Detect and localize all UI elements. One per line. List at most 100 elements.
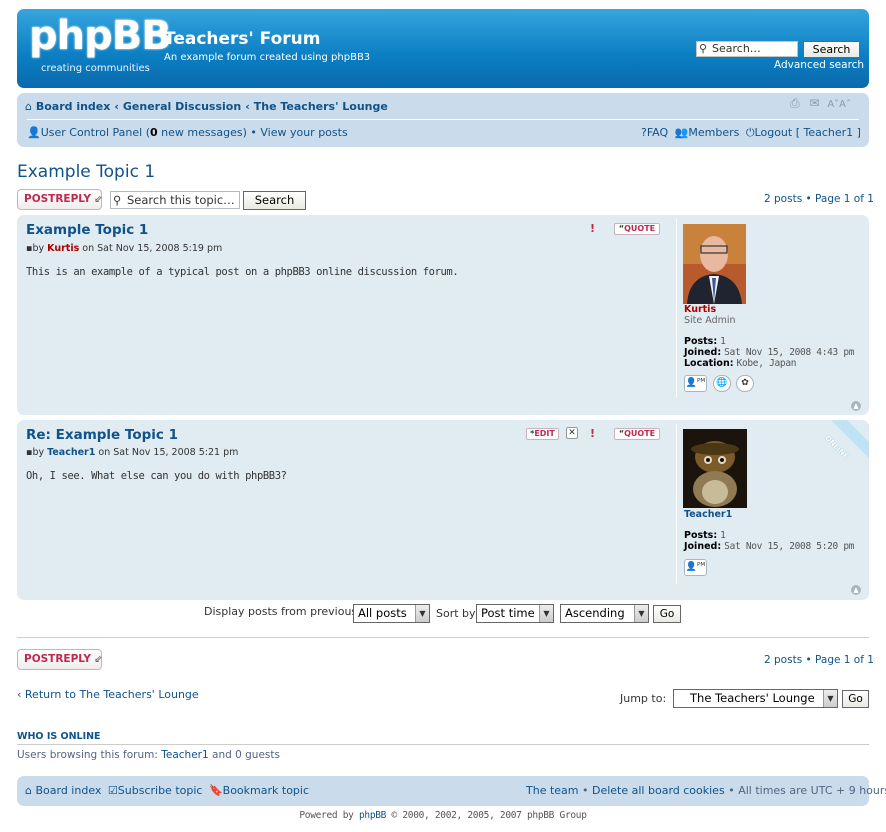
home-icon: ⌂ — [25, 784, 32, 797]
faq-link[interactable]: FAQ — [647, 126, 668, 139]
post-reply-label: POSTREPLY — [24, 193, 91, 205]
post-reply-button-bottom[interactable]: POSTREPLY ⇙ — [17, 649, 102, 670]
post-date: on Sat Nov 15, 2008 5:19 pm — [82, 243, 223, 254]
footer-links-right: The team • Delete all board cookies • Al… — [526, 784, 886, 797]
report-icon[interactable]: ! — [586, 222, 599, 235]
pagination-bottom[interactable]: 2 posts • Page 1 of 1 — [764, 654, 874, 666]
quote-button[interactable]: “QUOTE — [614, 428, 660, 440]
delete-icon[interactable]: ✕ — [566, 427, 578, 439]
post-divider — [676, 424, 677, 584]
topic-title[interactable]: Example Topic 1 — [17, 162, 155, 182]
footer-navbar: ⌂ Board index ☑Subscribe topic 🔖Bookmark… — [17, 776, 886, 806]
chevron-down-icon: ▼ — [823, 690, 837, 707]
ucp-link[interactable]: User Control Panel — [41, 126, 143, 139]
post-reply-label: POSTREPLY — [24, 653, 91, 665]
site-description: An example forum created using phpBB3 — [164, 52, 371, 63]
post-2: Re: Example Topic 1 ▪by Teacher1 on Sat … — [17, 420, 869, 600]
post-title[interactable]: Re: Example Topic 1 — [26, 427, 178, 443]
online-user-link[interactable]: Teacher1 — [161, 749, 208, 761]
print-icon[interactable]: ⎙ — [790, 96, 800, 110]
pm-icon[interactable]: 👤ᴾᴹ — [684, 375, 707, 392]
footer-board-index[interactable]: Board index — [35, 784, 101, 797]
jump-select[interactable]: The Teachers' Lounge ▼ — [673, 689, 838, 708]
website-icon[interactable]: 🌐 — [713, 375, 731, 392]
report-icon[interactable]: ! — [586, 427, 599, 440]
return-link[interactable]: ‹ Return to The Teachers' Lounge — [17, 688, 199, 701]
site-logo[interactable]: phpBB creating communities — [29, 13, 172, 77]
new-messages-count: 0 — [150, 126, 158, 139]
logout-link[interactable]: Logout [ Teacher1 ] — [755, 126, 861, 139]
post-divider — [676, 219, 677, 397]
breadcrumb-general-discussion[interactable]: General Discussion — [123, 100, 241, 113]
post-1: Example Topic 1 ▪by Kurtis on Sat Nov 15… — [17, 215, 869, 415]
bookmark-icon: 🔖 — [208, 784, 223, 797]
quote-button[interactable]: “QUOTE — [614, 223, 660, 235]
post-author-line: ▪by Kurtis on Sat Nov 15, 2008 5:19 pm — [26, 243, 223, 254]
divider — [17, 744, 869, 745]
user-icon: 👤 — [27, 126, 41, 139]
divider — [17, 637, 869, 638]
breadcrumb-teachers-lounge[interactable]: The Teachers' Lounge — [254, 100, 388, 113]
icq-icon[interactable]: ✿ — [736, 375, 754, 392]
profile-posts: 1 — [720, 530, 726, 541]
profile-rank: Site Admin — [684, 315, 736, 326]
online-ribbon — [831, 420, 869, 458]
phpbb-link[interactable]: phpBB — [359, 810, 386, 821]
navbar: ⌂ Board index ‹ General Discussion ‹ The Tea… — [17, 93, 869, 147]
sort-go-button[interactable]: Go — [653, 605, 681, 623]
header-search-input[interactable]: ⚲ Search… — [696, 41, 798, 57]
chevron-down-icon: ▼ — [634, 605, 648, 622]
profile-location: Kobe, Japan — [736, 358, 797, 369]
delete-cookies-link[interactable]: Delete all board cookies — [592, 784, 725, 797]
avatar — [683, 224, 746, 304]
profile-name[interactable]: Kurtis — [684, 304, 854, 315]
post-body: Oh, I see. What else can you do with php… — [26, 470, 287, 482]
site-header: phpBB creating communities Teachers' For… — [17, 9, 869, 88]
breadcrumb-separator: ‹ — [245, 100, 250, 113]
topic-search-input[interactable]: ⚲ Search this topic… — [110, 191, 240, 209]
jump-go-button[interactable]: Go — [842, 690, 869, 708]
bookmark-link[interactable]: Bookmark topic — [223, 784, 309, 797]
back-to-top-icon[interactable]: ▲ — [851, 585, 861, 595]
sort-dir-select[interactable]: Ascending ▼ — [560, 604, 649, 623]
subscribe-link[interactable]: Subscribe topic — [118, 784, 203, 797]
sort-key-select[interactable]: Post time ▼ — [476, 604, 554, 623]
post-body: This is an example of a typical post on … — [26, 266, 459, 278]
advanced-search-link[interactable]: Advanced search — [774, 59, 864, 71]
profile-joined: Sat Nov 15, 2008 5:20 pm — [724, 541, 855, 552]
topic-search-button[interactable]: Search — [243, 191, 306, 210]
pm-icon[interactable]: 👤ᴾᴹ — [684, 559, 707, 576]
who-is-online-text: Users browsing this forum: Teacher1 and … — [17, 749, 280, 761]
email-icon[interactable]: ✉ — [803, 96, 819, 110]
topic-search-placeholder: Search this topic… — [127, 193, 235, 207]
team-link[interactable]: The team — [526, 784, 579, 797]
profile-joined: Sat Nov 15, 2008 4:43 pm — [724, 347, 855, 358]
pagination[interactable]: 2 posts • Page 1 of 1 — [764, 193, 874, 205]
font-size-icon[interactable]: A˅A˄ — [823, 99, 851, 110]
profile-name[interactable]: Teacher1 — [684, 509, 854, 520]
home-icon: ⌂ — [25, 100, 32, 113]
search-icon: ⚲ — [113, 193, 122, 207]
members-icon: 👥 — [674, 126, 689, 139]
post-author-name[interactable]: Kurtis — [47, 243, 79, 254]
reply-arrow-icon: ⇙ — [93, 194, 103, 205]
post-reply-button[interactable]: POSTREPLY ⇙ — [17, 189, 102, 210]
topic-tools: ⎙ ✉ A˅A˄ — [790, 96, 851, 111]
breadcrumb-board-index[interactable]: Board index — [36, 100, 111, 113]
display-options-label: Display posts from previous: — [204, 605, 361, 618]
post-author-name[interactable]: Teacher1 — [47, 447, 95, 458]
new-messages-link[interactable]: new messages — [161, 126, 242, 139]
back-to-top-icon[interactable]: ▲ — [851, 401, 861, 411]
ucp-links: 👤User Control Panel (0 new messages) • V… — [27, 126, 348, 139]
sort-label: Sort by — [436, 607, 476, 620]
site-title: Teachers' Forum — [164, 29, 321, 49]
logout-icon: ⏻ — [745, 126, 755, 139]
header-search-button[interactable]: Search — [803, 41, 860, 58]
profile-posts: 1 — [720, 336, 726, 347]
post-profile: Teacher1 Posts: 1 Joined: Sat Nov 15, 20… — [684, 509, 855, 552]
edit-button[interactable]: *EDIT — [526, 428, 559, 440]
post-title[interactable]: Example Topic 1 — [26, 222, 148, 238]
days-select[interactable]: All posts ▼ — [353, 604, 430, 623]
view-posts-link[interactable]: View your posts — [260, 126, 347, 139]
members-link[interactable]: Members — [688, 126, 739, 139]
